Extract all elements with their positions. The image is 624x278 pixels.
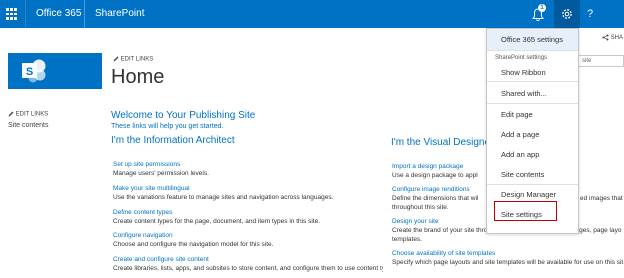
suite-bar: Office 365 SharePoint 1 ? [0, 0, 624, 28]
sharepoint-settings-label: SharePoint settings [495, 55, 548, 61]
designer-section-title: I'm the Visual Designer [391, 137, 494, 148]
menu-divider [487, 50, 578, 51]
set-up-permissions-desc: Manage users' permission levels. [113, 170, 209, 177]
menu-item-add-app[interactable]: Add an app [501, 150, 539, 159]
architect-section-title: I'm the Information Architect [111, 135, 235, 146]
design-your-site-desc-line2: templates. [392, 236, 422, 243]
import-design-link[interactable]: Import a design package [392, 163, 463, 170]
menu-divider [487, 184, 578, 185]
site-templates-link[interactable]: Choose availability of site templates [392, 250, 495, 257]
pencil-icon [8, 111, 14, 117]
image-renditions-desc: Define the dimensions that wil [392, 195, 479, 202]
menu-item-edit-page[interactable]: Edit page [501, 110, 533, 119]
menu-divider [487, 103, 578, 104]
edit-links-top[interactable]: EDIT LINKS [113, 56, 153, 63]
share-icon [602, 34, 609, 41]
image-renditions-desc-line2: throughout this site. [392, 204, 449, 211]
menu-divider [487, 81, 578, 82]
search-input[interactable]: site [578, 55, 624, 67]
page-title: Home [111, 66, 165, 88]
menu-item-show-ribbon[interactable]: Show Ribbon [501, 68, 546, 77]
image-renditions-desc-tail: ed images that [580, 195, 623, 202]
office365-brand[interactable]: Office 365 [25, 0, 91, 28]
notification-count-badge: 1 [538, 4, 546, 12]
svg-text:S: S [26, 66, 33, 78]
import-design-desc: Use a design package to appl [392, 172, 478, 179]
share-button[interactable]: SHA [602, 34, 623, 41]
settings-menu: Office 365 settings SharePoint settings … [486, 28, 579, 234]
image-renditions-link[interactable]: Configure image renditions [392, 186, 470, 193]
multilingual-link[interactable]: Make your site multilingual [113, 185, 190, 192]
app-launcher-icon[interactable] [6, 8, 18, 20]
office365-settings-label: Office 365 settings [501, 35, 563, 44]
multilingual-desc: Use the variations feature to manage sit… [113, 194, 334, 201]
pencil-icon [113, 56, 119, 62]
help-button[interactable]: ? [582, 0, 598, 28]
settings-button[interactable] [554, 0, 580, 28]
configure-navigation-desc: Choose and configure the navigation mode… [113, 241, 274, 248]
menu-item-design-manager[interactable]: Design Manager [501, 190, 556, 199]
edit-links-left[interactable]: EDIT LINKS [8, 111, 48, 118]
edit-links-left-label: EDIT LINKS [15, 111, 49, 118]
left-nav-site-contents[interactable]: Site contents [8, 122, 48, 129]
set-up-permissions-link[interactable]: Set up site permissions [113, 161, 180, 168]
sharepoint-logo-icon: S [22, 59, 46, 83]
design-your-site-link[interactable]: Design your site [392, 218, 439, 225]
site-settings-highlight-box [494, 201, 557, 221]
sharepoint-product-link[interactable]: SharePoint [84, 0, 154, 28]
site-templates-desc: Specify which page layouts and site temp… [392, 259, 624, 266]
configure-navigation-link[interactable]: Configure navigation [113, 232, 173, 239]
menu-item-shared-with[interactable]: Shared with... [501, 89, 547, 98]
welcome-title: Welcome to Your Publishing Site [111, 110, 256, 121]
share-label: SHA [610, 35, 624, 42]
menu-item-add-page[interactable]: Add a page [501, 130, 539, 139]
office365-settings-header[interactable]: Office 365 settings [487, 29, 578, 50]
content-types-link[interactable]: Define content types [113, 209, 172, 216]
gear-icon [562, 9, 572, 19]
site-logo[interactable]: S [8, 53, 102, 89]
welcome-subtitle: These links will help you get started. [111, 123, 224, 130]
edit-links-top-label: EDIT LINKS [120, 56, 154, 63]
site-content-link[interactable]: Create and configure site content [113, 256, 209, 263]
menu-item-site-contents[interactable]: Site contents [501, 170, 544, 179]
notifications-button[interactable]: 1 [530, 4, 550, 23]
content-types-desc: Create content types for the page, docum… [113, 218, 321, 225]
site-content-desc: Create libraries, lists, apps, and subsi… [113, 265, 383, 272]
